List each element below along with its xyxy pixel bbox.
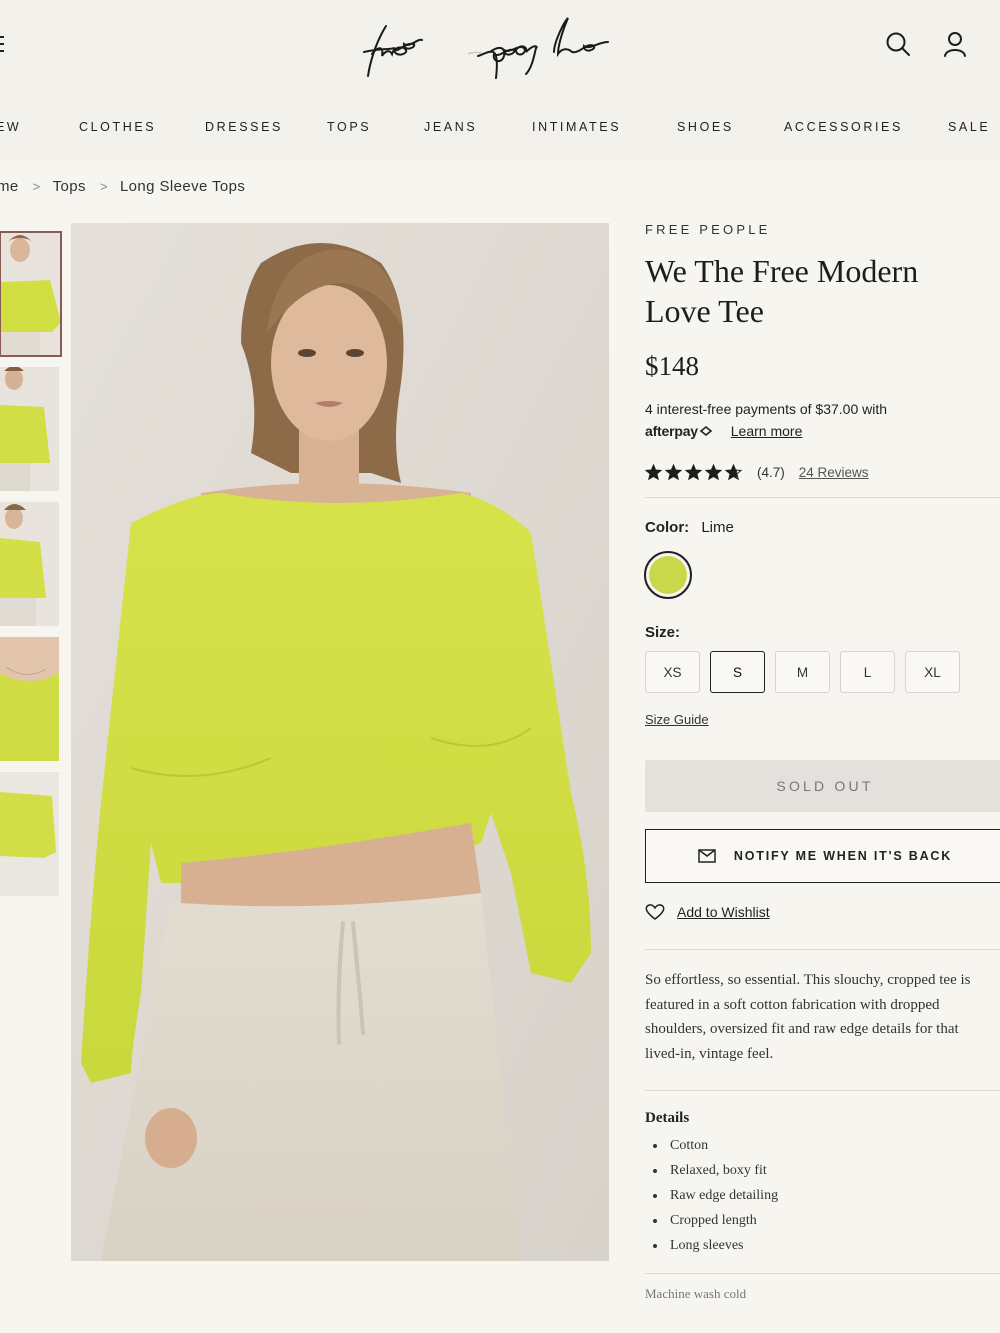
- breadcrumb-tops[interactable]: Tops: [53, 178, 86, 195]
- reviews-link[interactable]: 24 Reviews: [799, 465, 869, 480]
- star-icon: [684, 463, 703, 481]
- product-description: So effortless, so essential. This slouch…: [645, 972, 971, 1062]
- size-guide-link[interactable]: Size Guide: [645, 712, 709, 727]
- details-item: Raw edge detailing: [645, 1183, 778, 1208]
- chevron-right-icon: >: [99, 179, 108, 194]
- color-swatch-lime[interactable]: [644, 551, 692, 599]
- afterpay-text: 4 interest-free payments of $37.00 with: [645, 401, 888, 417]
- notify-me-button[interactable]: NOTIFY ME WHEN IT'S BACK: [645, 829, 1000, 883]
- divider: [645, 1273, 1000, 1274]
- size-label-row: Size:: [645, 624, 680, 641]
- afterpay-info: 4 interest-free payments of $37.00 with …: [645, 398, 1000, 442]
- free-people-logo[interactable]: [350, 12, 660, 82]
- search-icon[interactable]: [884, 30, 912, 58]
- details-item: Long sleeves: [645, 1233, 778, 1258]
- size-option-m[interactable]: M: [775, 651, 830, 693]
- details-title: Details: [645, 1110, 690, 1126]
- rating-stars: [644, 463, 745, 481]
- star-icon: [704, 463, 723, 481]
- details-item: Cropped length: [645, 1208, 778, 1233]
- color-value: Lime: [701, 519, 734, 536]
- nav-item-dresses[interactable]: DRESSES: [205, 120, 283, 134]
- size-option-l[interactable]: L: [840, 651, 895, 693]
- menu-icon[interactable]: [0, 36, 4, 52]
- add-to-wishlist-label: Add to Wishlist: [677, 904, 770, 920]
- thumbnail-3[interactable]: [0, 502, 59, 626]
- breadcrumb-home[interactable]: me: [0, 178, 19, 195]
- nav-item-tops[interactable]: TOPS: [327, 120, 371, 134]
- product-title-line1: We The Free Modern: [645, 253, 919, 289]
- envelope-icon: [698, 849, 716, 863]
- nav-item-shoes[interactable]: SHOES: [677, 120, 734, 134]
- swatch-fill: [649, 556, 687, 594]
- divider: [645, 1090, 1000, 1091]
- product-price: $148: [645, 351, 699, 381]
- product-main-image[interactable]: [71, 223, 609, 1261]
- thumbnail-2[interactable]: [0, 367, 59, 491]
- nav-item-accessories[interactable]: ACCESSORIES: [784, 120, 903, 134]
- rating-value: (4.7): [757, 465, 785, 480]
- thumbnail-5[interactable]: [0, 772, 59, 896]
- heart-icon: [645, 904, 665, 920]
- details-item: Cotton: [645, 1133, 778, 1158]
- breadcrumb-long-sleeve-tops[interactable]: Long Sleeve Tops: [120, 178, 245, 195]
- thumbnail-1[interactable]: [0, 231, 62, 357]
- afterpay-arrows-icon: [699, 425, 713, 437]
- divider: [645, 949, 1000, 950]
- size-label: Size:: [645, 624, 681, 641]
- chevron-right-icon: >: [32, 179, 41, 194]
- product-title-line2: Love Tee: [645, 293, 764, 329]
- account-icon[interactable]: [941, 30, 969, 58]
- notify-me-label: NOTIFY ME WHEN IT'S BACK: [733, 849, 953, 863]
- afterpay-logo: afterpay: [645, 423, 698, 439]
- site-header: EW CLOTHES DRESSES TOPS JEANS INTIMATES …: [0, 0, 1000, 160]
- star-icon: [664, 463, 683, 481]
- product-title: We The Free Modern Love Tee: [645, 251, 1000, 331]
- size-option-s[interactable]: S: [710, 651, 765, 693]
- size-option-xs[interactable]: XS: [645, 651, 700, 693]
- add-to-wishlist[interactable]: Add to Wishlist: [645, 903, 770, 921]
- product-info: FREE PEOPLE We The Free Modern Love Tee …: [644, 222, 1000, 481]
- learn-more-link[interactable]: Learn more: [731, 423, 803, 439]
- color-label-row: Color: Lime: [645, 519, 734, 536]
- size-option-xl[interactable]: XL: [905, 651, 960, 693]
- details-item: Relaxed, boxy fit: [645, 1158, 778, 1183]
- care-instructions: Machine wash cold: [645, 1286, 747, 1301]
- color-label: Color:: [645, 519, 690, 536]
- nav-item-new[interactable]: EW: [0, 120, 21, 134]
- main-nav: EW CLOTHES DRESSES TOPS JEANS INTIMATES …: [0, 112, 1000, 142]
- nav-item-sale[interactable]: SALE: [948, 120, 990, 134]
- thumbnail-4[interactable]: [0, 637, 59, 761]
- product-brand[interactable]: FREE PEOPLE: [645, 222, 1000, 237]
- product-rating: (4.7) 24 Reviews: [644, 463, 1000, 481]
- star-icon: [724, 463, 743, 481]
- star-icon: [644, 463, 663, 481]
- details-list: Cotton Relaxed, boxy fit Raw edge detail…: [645, 1133, 778, 1258]
- nav-item-clothes[interactable]: CLOTHES: [79, 120, 156, 134]
- breadcrumb: me > Tops > Long Sleeve Tops: [0, 178, 245, 195]
- nav-item-jeans[interactable]: JEANS: [424, 120, 477, 134]
- sold-out-button[interactable]: SOLD OUT: [645, 760, 1000, 812]
- size-selector: XS S M L XL: [645, 651, 960, 693]
- divider: [645, 497, 1000, 498]
- nav-item-intimates[interactable]: INTIMATES: [532, 120, 621, 134]
